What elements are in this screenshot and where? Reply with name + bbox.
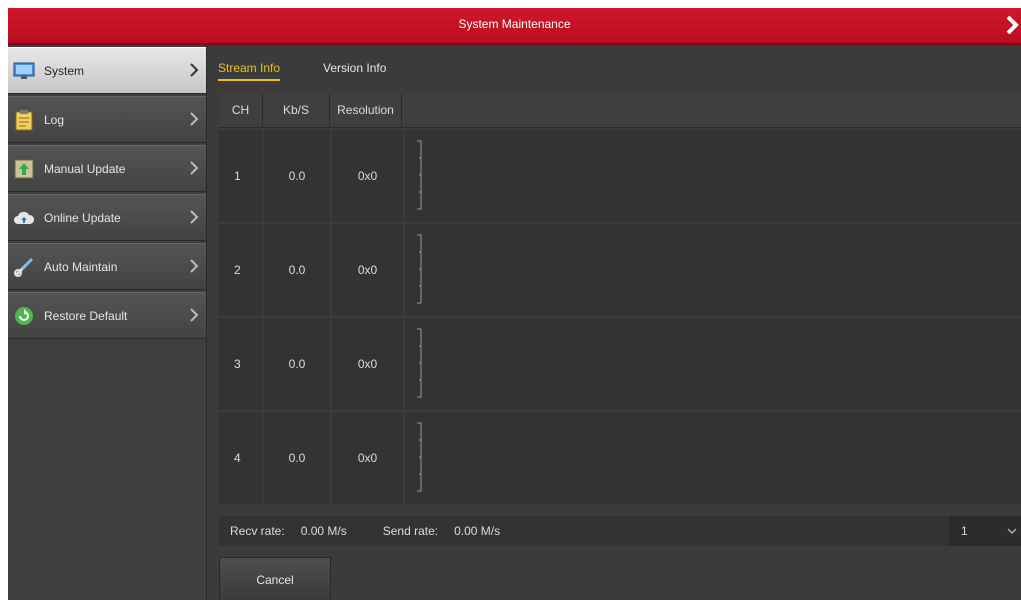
column-header-resolution: Resolution <box>330 94 402 127</box>
bitrate-graph <box>405 412 1021 504</box>
select-value: 1 <box>961 524 968 538</box>
sidebar-item-restore-default[interactable]: Restore Default <box>8 292 206 339</box>
table-row: 3 0.0 0x0 <box>219 318 1021 410</box>
sidebar-item-system[interactable]: System <box>8 47 206 94</box>
tab-stream-info[interactable]: Stream Info <box>218 61 281 81</box>
recv-rate-value: 0.00 M/s <box>300 524 347 538</box>
window-title: System Maintenance <box>458 17 571 31</box>
channel-number: 1 <box>219 130 262 222</box>
bitrate-value: 0.0 <box>264 412 330 504</box>
chevron-right-icon <box>190 210 199 224</box>
tab-bar: Stream Info Version Info <box>207 45 1021 91</box>
resolution-value: 0x0 <box>332 224 403 316</box>
bitrate-graph <box>405 224 1021 316</box>
column-header-ch: CH <box>219 94 263 127</box>
bitrate-value: 0.0 <box>264 318 330 410</box>
channel-number: 2 <box>219 224 262 316</box>
chevron-right-icon <box>190 308 199 322</box>
table-row: 2 0.0 0x0 <box>219 224 1021 316</box>
resolution-value: 0x0 <box>332 412 403 504</box>
rate-status-bar: Recv rate: 0.00 M/s Send rate: 0.00 M/s … <box>219 516 1021 546</box>
chevron-right-icon <box>190 63 199 77</box>
cancel-button[interactable]: Cancel <box>219 557 331 600</box>
bitrate-graph <box>405 318 1021 410</box>
table-row: 1 0.0 0x0 <box>219 130 1021 222</box>
table-header: CH Kb/S Resolution <box>219 94 1021 128</box>
log-icon <box>13 109 35 131</box>
chevron-right-icon <box>190 112 199 126</box>
send-rate-value: 0.00 M/s <box>454 524 501 538</box>
sidebar-item-log[interactable]: Log <box>8 96 206 143</box>
manual-update-icon <box>13 158 35 180</box>
resolution-value: 0x0 <box>332 130 403 222</box>
column-header-kbs: Kb/S <box>263 94 330 127</box>
main-panel: Stream Info Version Info CH Kb/S Resolut… <box>207 45 1021 600</box>
sidebar-item-auto-maintain[interactable]: Auto Maintain <box>8 243 206 290</box>
sidebar-item-label: Log <box>44 112 65 127</box>
sidebar-item-label: Restore Default <box>44 308 128 323</box>
resolution-value: 0x0 <box>332 318 403 410</box>
chevron-down-icon <box>1007 528 1017 535</box>
bitrate-value: 0.0 <box>264 130 330 222</box>
stream-table: CH Kb/S Resolution 1 0.0 0x0 2 0.0 0x0 3… <box>219 94 1021 509</box>
sidebar-item-label: Online Update <box>44 210 121 225</box>
title-bar: System Maintenance <box>8 8 1021 45</box>
chevron-right-icon <box>190 259 199 273</box>
sidebar-item-online-update[interactable]: Online Update <box>8 194 206 241</box>
system-icon <box>13 60 35 82</box>
close-icon[interactable] <box>999 11 1021 39</box>
tools-icon <box>13 256 35 278</box>
bitrate-graph <box>405 130 1021 222</box>
send-rate-label: Send rate: <box>382 524 439 538</box>
cloud-icon <box>13 207 35 229</box>
channel-page-select[interactable]: 1 <box>950 516 1021 546</box>
sidebar-item-label: Auto Maintain <box>44 259 118 274</box>
graph-scale <box>417 234 422 304</box>
graph-scale <box>417 140 422 210</box>
sidebar-item-label: System <box>44 63 85 78</box>
recv-rate-label: Recv rate: <box>230 524 285 538</box>
sidebar: System Log Manual Update Online Update A… <box>8 45 207 600</box>
system-maintenance-window: System Maintenance System Log Manual Upd… <box>8 8 1021 600</box>
restore-icon <box>13 305 35 327</box>
channel-number: 4 <box>219 412 262 504</box>
graph-scale <box>417 328 422 398</box>
chevron-right-icon <box>190 161 199 175</box>
sidebar-item-manual-update[interactable]: Manual Update <box>8 145 206 192</box>
tab-version-info[interactable]: Version Info <box>323 61 386 75</box>
bitrate-value: 0.0 <box>264 224 330 316</box>
sidebar-item-label: Manual Update <box>44 161 126 176</box>
table-row: 4 0.0 0x0 <box>219 412 1021 504</box>
channel-number: 3 <box>219 318 262 410</box>
graph-scale <box>417 422 422 492</box>
